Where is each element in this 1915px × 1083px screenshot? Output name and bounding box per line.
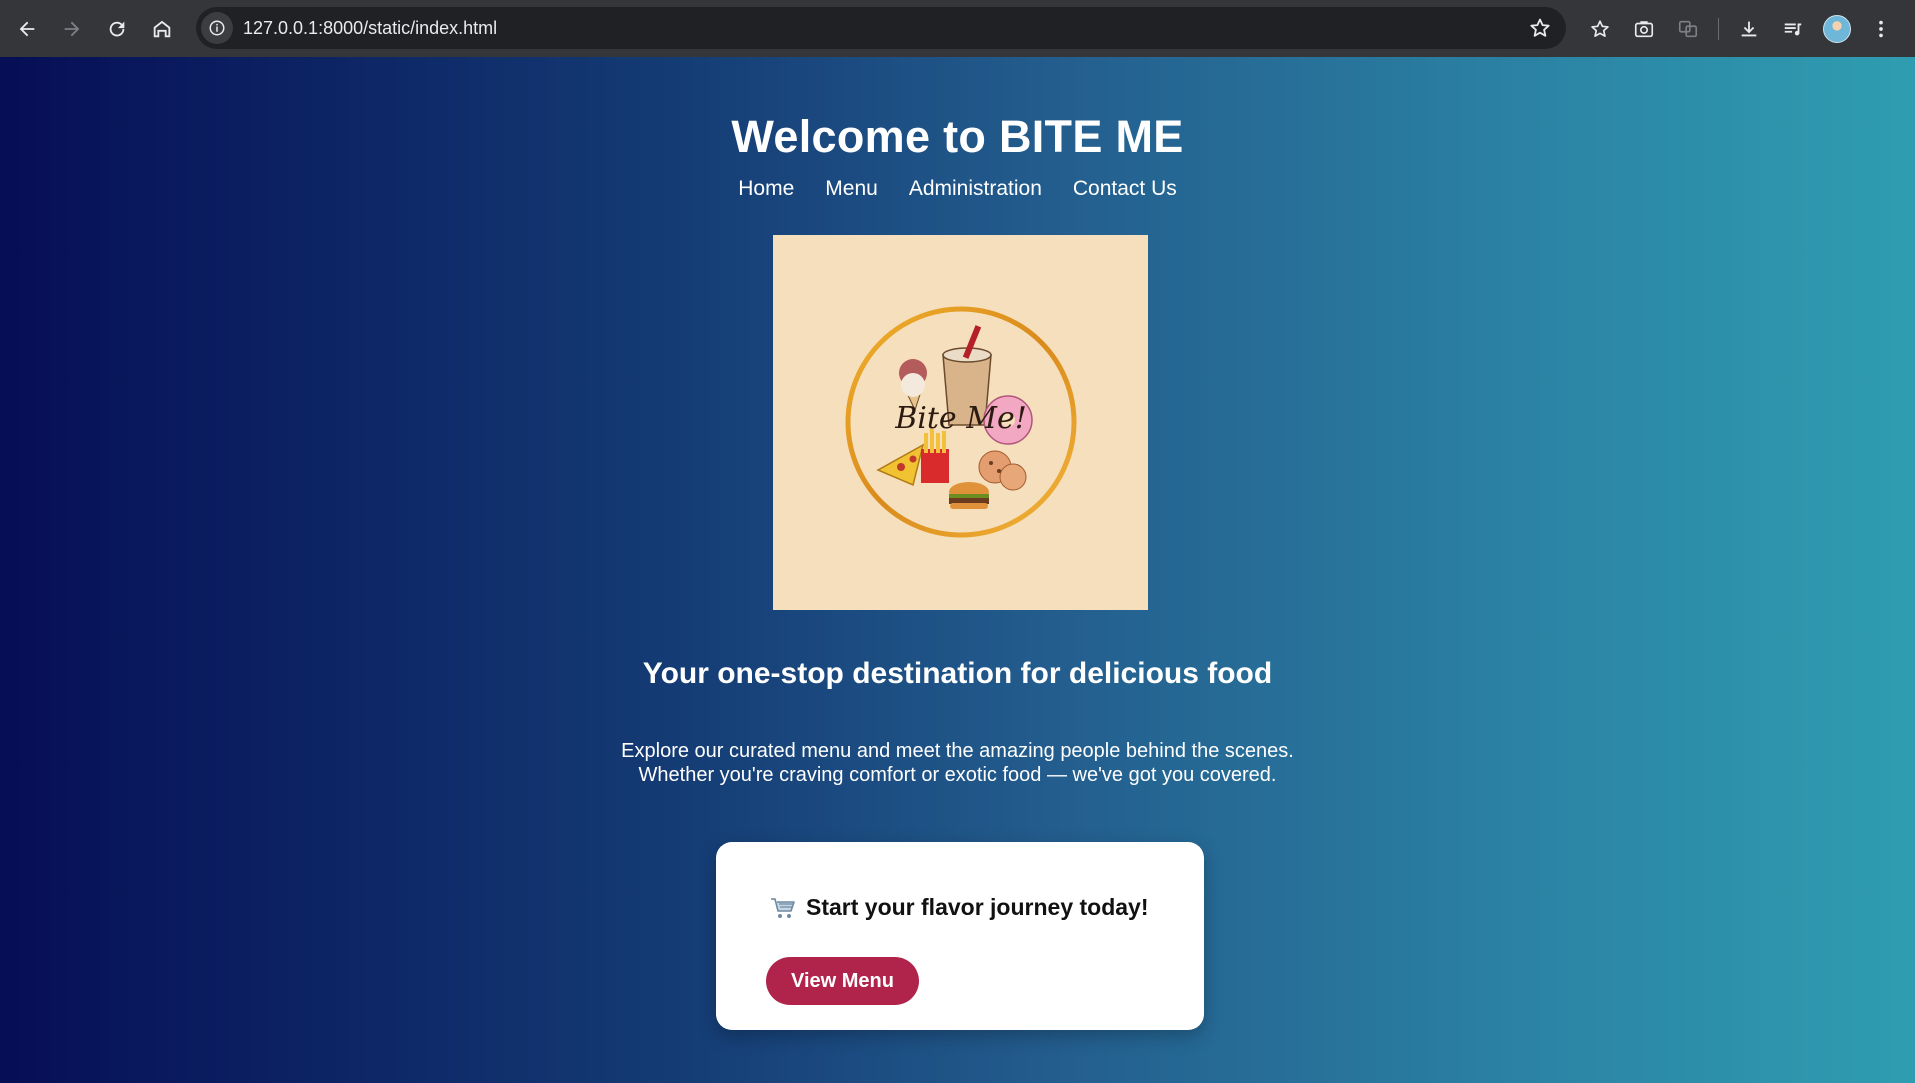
cta-text: Start your flavor journey today! — [806, 894, 1149, 920]
page-title: Welcome to BITE ME — [731, 111, 1184, 162]
site-info-button[interactable] — [201, 12, 233, 44]
profile-button[interactable] — [1815, 7, 1859, 51]
avatar — [1823, 14, 1851, 43]
site-navigation: Home Menu Administration Contact Us — [0, 177, 1915, 201]
logo-text: Bite Me! — [894, 401, 1027, 436]
page-body: Welcome to BITE ME Home Menu Administrat… — [0, 57, 1915, 1083]
cta-heading: Start your flavor journey today! — [770, 894, 1149, 921]
downloads-button[interactable] — [1727, 7, 1771, 51]
reload-button[interactable] — [95, 7, 139, 51]
arrow-left-icon — [19, 21, 35, 36]
bite-me-logo: Bite Me! — [773, 235, 1148, 610]
star-list-icon — [1591, 19, 1609, 37]
tagline: Your one-stop destination for delicious … — [642, 657, 1273, 690]
home-button[interactable] — [140, 7, 184, 51]
cta-card: Start your flavor journey today! View Me… — [716, 842, 1204, 1030]
download-icon — [1741, 21, 1757, 36]
screenshot-button[interactable] — [1622, 7, 1666, 51]
nav-link-home[interactable]: Home — [738, 177, 794, 201]
nav-link-administration[interactable]: Administration — [909, 177, 1042, 201]
back-button[interactable] — [5, 7, 49, 51]
toolbar-right — [1578, 0, 1903, 57]
forward-button[interactable] — [50, 7, 94, 51]
nav-link-menu[interactable]: Menu — [825, 177, 878, 201]
nav-link-contact[interactable]: Contact Us — [1073, 177, 1177, 201]
shopping-cart-icon — [771, 897, 795, 918]
address-bar[interactable]: 127.0.0.1:8000/static/index.html — [196, 7, 1566, 49]
translate-button[interactable] — [1666, 7, 1710, 51]
reload-icon — [109, 21, 125, 36]
url-text[interactable]: 127.0.0.1:8000/static/index.html — [243, 18, 497, 39]
toolbar-divider — [1718, 17, 1719, 40]
home-icon — [153, 20, 171, 37]
view-menu-button[interactable]: View Menu — [766, 957, 919, 1005]
info-icon — [209, 20, 225, 36]
bookmark-star-icon[interactable] — [1528, 16, 1552, 40]
arrow-right-icon — [64, 21, 80, 36]
translate-icon — [1678, 20, 1698, 37]
queue-music-icon — [1784, 23, 1802, 35]
media-controls-button[interactable] — [1771, 7, 1815, 51]
intro-line-1: Explore our curated menu and meet the am… — [621, 740, 1294, 762]
more-vertical-icon — [1879, 20, 1883, 37]
camera-icon — [1634, 20, 1654, 37]
bookmarks-button[interactable] — [1578, 7, 1622, 51]
intro-text: Explore our curated menu and meet the am… — [0, 739, 1915, 787]
intro-line-2: Whether you're craving comfort or exotic… — [638, 764, 1277, 786]
logo-illustration: Bite Me! — [845, 306, 1077, 538]
browser-toolbar: 127.0.0.1:8000/static/index.html — [0, 0, 1915, 57]
browser-menu-button[interactable] — [1859, 7, 1903, 51]
